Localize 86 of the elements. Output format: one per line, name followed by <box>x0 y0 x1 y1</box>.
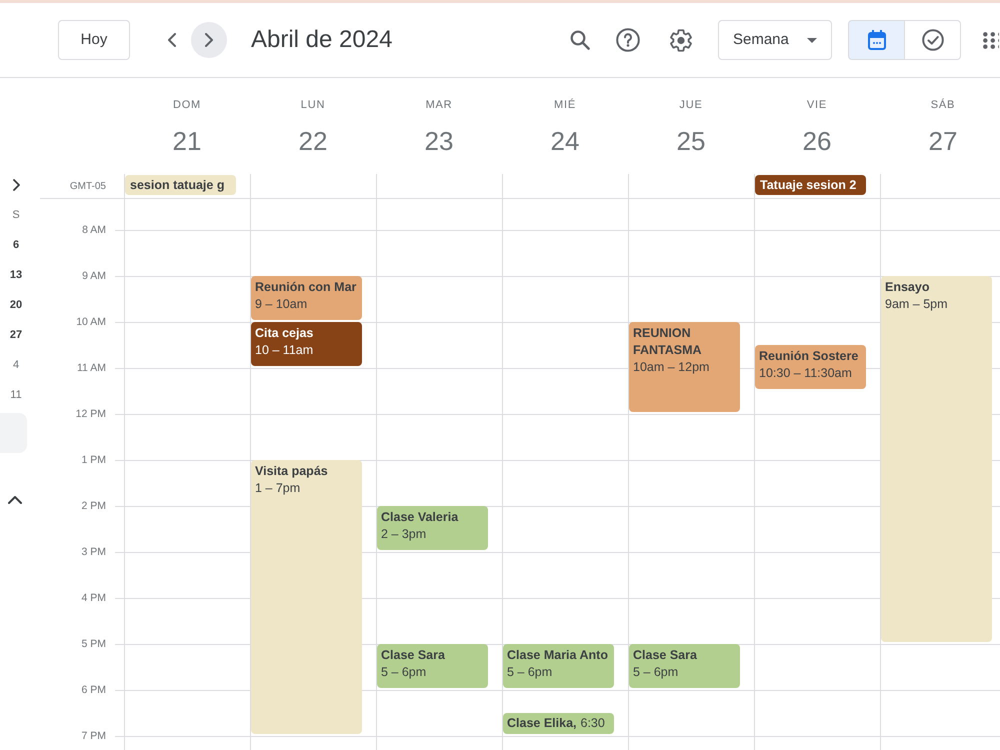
weekday-label: SÁB <box>930 98 956 113</box>
settings-icon <box>670 28 692 52</box>
weekday-label: DOM <box>172 98 202 113</box>
event-title: Clase Sara <box>381 647 446 664</box>
date-number[interactable]: 26 <box>802 123 832 159</box>
weekday-label: JUE <box>679 98 703 113</box>
calendar-view-button[interactable] <box>848 20 905 60</box>
hour-label: 9 AM <box>82 269 106 283</box>
all-day-event[interactable]: sesion tatuaje g <box>125 175 236 195</box>
hour-label: 2 PM <box>81 499 106 513</box>
chevron-left-icon <box>168 33 176 47</box>
weekday-label: VIE <box>806 98 828 113</box>
all-day-event[interactable]: Tatuaje sesion 2 <box>755 175 866 195</box>
today-button[interactable]: Hoy <box>58 20 130 60</box>
event-time: 10am – 12pm <box>633 359 710 376</box>
hour-label: 3 PM <box>81 545 106 559</box>
event-time: 2 – 3pm <box>381 526 428 543</box>
date-number[interactable]: 21 <box>172 123 202 159</box>
event-block[interactable]: Reunión con Mar 9 – 10am <box>251 276 362 320</box>
chevron-right-icon[interactable] <box>12 179 20 191</box>
hour-label: 6 PM <box>81 683 106 697</box>
event-time: 1 – 7pm <box>255 480 302 497</box>
mini-calendar-day[interactable]: 13 <box>10 266 22 284</box>
mini-calendar-day[interactable]: 11 <box>10 386 22 404</box>
event-block[interactable]: Clase Valeria 2 – 3pm <box>377 506 488 550</box>
event-time: 5 – 6pm <box>633 664 680 681</box>
weekday-label: S <box>12 208 20 223</box>
hour-label: 11 AM <box>77 361 106 375</box>
hour-label: 10 AM <box>76 315 106 329</box>
view-dropdown[interactable]: Semana <box>718 20 832 60</box>
help-icon <box>616 28 640 52</box>
event-block[interactable]: Cita cejas 10 – 11am <box>251 322 362 366</box>
event-title: Ensayo <box>885 279 930 296</box>
event-time: 9am – 5pm <box>885 296 949 313</box>
hour-label: 4 PM <box>81 591 106 605</box>
date-number[interactable]: 23 <box>424 123 454 159</box>
hour-label: 1 PM <box>81 453 106 467</box>
date-number[interactable]: 22 <box>298 123 328 159</box>
date-number[interactable]: 27 <box>928 123 958 159</box>
calendar-icon <box>868 30 886 50</box>
event-block[interactable]: REUNION FANTASMA 10am – 12pm <box>629 322 740 412</box>
event-title: Clase Elika, <box>507 716 576 730</box>
hour-label: 5 PM <box>81 637 106 651</box>
weekday-label: MIÉ <box>554 98 576 113</box>
apps-grid-icon[interactable] <box>983 32 999 48</box>
weekday-label: LUN <box>300 98 326 113</box>
event-time: 5 – 6pm <box>381 664 428 681</box>
month-title: Abril de 2024 <box>251 25 392 55</box>
hour-label: 7 PM <box>81 729 106 743</box>
mini-calendar-day[interactable]: 6 <box>12 236 20 254</box>
date-number[interactable]: 25 <box>676 123 706 159</box>
event-block[interactable]: Ensayo 9am – 5pm <box>881 276 992 642</box>
weekday-label: MAR <box>426 98 452 113</box>
event-time: 10:30 – 11:30am <box>759 365 853 382</box>
event-time: 9 – 10am <box>255 296 308 313</box>
event-title: REUNION FANTASMA <box>633 325 703 359</box>
mini-calendar-day[interactable]: 27 <box>10 326 22 344</box>
event-block[interactable]: Reunión Sostere 10:30 – 11:30am <box>755 345 866 389</box>
next-week-button[interactable] <box>191 22 227 58</box>
event-title: Visita papás <box>255 463 329 480</box>
chevron-up-icon[interactable] <box>8 496 22 504</box>
event-title: Clase Valeria <box>381 509 460 526</box>
mini-calendar-day[interactable]: 4 <box>12 356 20 374</box>
event-block[interactable]: Visita papás 1 – 7pm <box>251 460 362 734</box>
mini-calendar-day[interactable]: 20 <box>10 296 22 314</box>
event-title: Reunión con Mar <box>255 279 358 296</box>
event-time: 10 – 11am <box>255 342 314 359</box>
caret-down-icon <box>807 38 817 42</box>
event-title: Reunión Sostere <box>759 348 860 365</box>
chevron-right-icon <box>205 33 213 47</box>
hour-label: 12 PM <box>76 407 106 421</box>
search-icon <box>570 30 590 50</box>
event-title: Clase Sara <box>633 647 698 664</box>
event-time: 5 – 6pm <box>507 664 554 681</box>
event-time: 6:30 <box>580 716 605 730</box>
event-block[interactable]: Clase Sara 5 – 6pm <box>377 644 488 688</box>
timezone-label: GMT-05 <box>70 180 106 194</box>
event-block[interactable]: Clase Sara 5 – 6pm <box>629 644 740 688</box>
event-title: Clase Maria Anto <box>507 647 609 664</box>
event-block[interactable]: Clase Maria Anto 5 – 6pm <box>503 644 614 688</box>
event-block[interactable]: Clase Elika, 6:30 <box>503 713 614 734</box>
hour-label: 8 AM <box>82 223 106 237</box>
date-number[interactable]: 24 <box>550 123 580 159</box>
event-title: Cita cejas <box>255 325 314 342</box>
check-circle-icon <box>922 29 944 51</box>
tasks-view-button[interactable] <box>905 20 961 60</box>
